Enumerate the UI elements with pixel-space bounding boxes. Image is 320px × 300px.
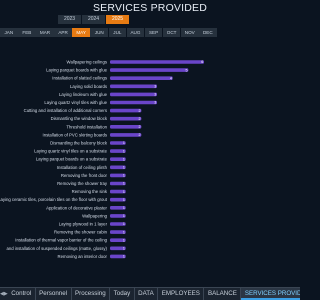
bar (110, 68, 189, 72)
month-button-apr[interactable]: APR (54, 28, 72, 37)
bar-value-label: 3 (154, 93, 156, 97)
bar-value-label: 1 (123, 149, 125, 153)
bar-label: Laying quartz vinyl tiles on a substrate (34, 149, 107, 154)
bar-value-label: 1 (123, 166, 125, 170)
bar-value-label: 1 (123, 141, 125, 145)
month-button-nov[interactable]: NOV (180, 28, 199, 37)
bar (110, 60, 204, 64)
bar-value-label: 1 (123, 198, 125, 202)
month-button-jun[interactable]: JUN (90, 28, 109, 37)
bar (110, 100, 157, 105)
page-title: SERVICES PROVIDED (92, 2, 208, 14)
bar-label: Dismantling the balcony block (50, 141, 108, 146)
month-button-mar[interactable]: MAR (36, 28, 54, 37)
bar-value-label: 6 (201, 60, 203, 64)
bar-label: and installation of suspended ceilings (… (6, 246, 107, 251)
bar-value-label: 1 (123, 222, 125, 226)
bar-value-label: 1 (123, 190, 125, 194)
services-bar-chart: Wallpapering ceilings 6 Laying parquet boa… (0, 60, 204, 259)
month-button-oct[interactable]: OCT (162, 28, 181, 37)
month-button-jan[interactable]: JAN (0, 28, 18, 37)
bar-value-label: 2 (139, 125, 141, 129)
bar-label: Removing an interior door (58, 254, 108, 259)
bar-value-label: 1 (123, 238, 125, 242)
bar-label: Installation of PVC skirting boards (43, 132, 108, 137)
bar (110, 125, 142, 129)
bar-value-label: 2 (139, 117, 141, 121)
bar (110, 133, 142, 137)
bar (110, 76, 173, 80)
bar-label: Installation of slatted ceilings (52, 76, 107, 81)
bar-label: Cutting and installation of additional c… (24, 108, 107, 113)
sheet-tab-personnel[interactable]: Personnel (36, 288, 72, 300)
bar-label: Laying linoleum with glue (59, 92, 108, 97)
bar-label: Removing the shower cabin (54, 230, 108, 235)
bar-label: Installation of ceiling plinth (57, 165, 108, 170)
month-button-sep[interactable]: SEP (144, 28, 163, 37)
bar-label: Laying plywood in 1 layer (59, 222, 108, 227)
bar-value-label: 1 (123, 247, 125, 251)
bar-label: Removing the front door (61, 173, 108, 178)
bar-value-label: 1 (123, 174, 125, 178)
bar-value-label: 5 (186, 68, 188, 72)
year-selector: 2023 2024 2025 (58, 15, 130, 25)
bar-label: Laying parquet boards on a substrate (36, 157, 108, 162)
bar-value-label: 3 (154, 101, 156, 105)
month-selector: JAN FEB MAR APR MAY JUN JUL AUG SEP OCT NOV DEC (0, 28, 217, 38)
sheet-tab-balance[interactable]: BALANCE (204, 288, 242, 300)
bar-value-label: 2 (139, 133, 141, 137)
month-button-dec[interactable]: DEC (199, 28, 217, 37)
bar-value-label: 1 (123, 214, 125, 218)
sheet-tab-today[interactable]: Today (110, 288, 135, 300)
bar-value-label: 1 (123, 157, 125, 161)
sheet-tab-bar: ◀ ▶ Control Personnel Processing Today DATA E… (0, 287, 300, 300)
bar-label: Removing the sink (72, 189, 108, 194)
bar-label: Laying solid boards (70, 84, 107, 89)
bar-value-label: 1 (123, 255, 125, 259)
bar-label: Wallpapering ceilings (67, 60, 107, 65)
bar (110, 108, 142, 113)
bar-value-label: 1 (123, 230, 125, 234)
bar-value-label: 2 (139, 109, 141, 113)
bar-label: Laying quartz vinyl tiles with glue (44, 100, 107, 105)
bar-value-label: 4 (170, 76, 172, 80)
bar-label: Removing the shower tray (57, 181, 108, 186)
sheet-tab-employees[interactable]: EMPLOYEES (158, 288, 205, 300)
bar-label: Threshold installation (66, 124, 107, 129)
bar-label: Laying parquet boards with glue (46, 68, 108, 73)
month-button-aug[interactable]: AUG (126, 28, 145, 37)
bar-label: Dismantling the window block (51, 116, 108, 121)
bar (110, 84, 157, 89)
year-button-2023[interactable]: 2023 (58, 15, 81, 24)
month-button-jul[interactable]: JUL (108, 28, 127, 37)
bar (110, 92, 157, 97)
bar-label: Wallpapering (82, 213, 108, 218)
bar-label: Application of decorative plaster (46, 205, 107, 210)
month-button-may[interactable]: MAY (72, 28, 90, 37)
sheet-tab-processing[interactable]: Processing (72, 288, 111, 300)
bar-value-label: 1 (123, 182, 125, 186)
sheet-tab-control[interactable]: Control (8, 288, 36, 300)
bar-value-label: 3 (154, 85, 156, 89)
sheet-tab-data[interactable]: DATA (135, 288, 159, 300)
bar-label: Installation of thermal vapor barrier of… (15, 238, 107, 243)
bar-label: Laying ceramic tiles, porcelain tiles on… (0, 197, 108, 202)
bar-value-label: 1 (123, 206, 125, 210)
sheet-tab-services-provided[interactable]: SERVICES PROVIDED (241, 288, 300, 300)
year-button-2025[interactable]: 2025 (106, 15, 129, 24)
year-button-2024[interactable]: 2024 (82, 15, 105, 24)
bar (110, 116, 142, 121)
month-button-feb[interactable]: FEB (18, 28, 36, 37)
